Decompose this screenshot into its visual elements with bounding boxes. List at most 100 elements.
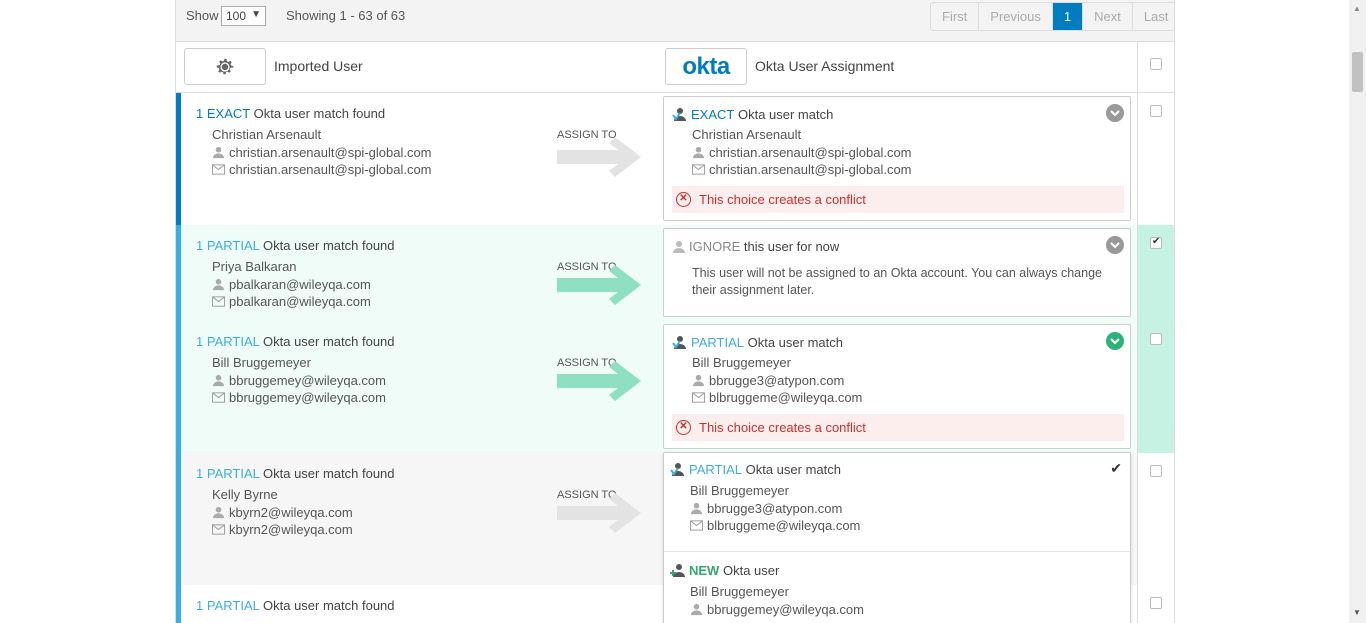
- match-title: 1 PARTIAL Okta user match found: [196, 598, 395, 613]
- error-icon: ✕: [676, 192, 691, 207]
- row-indicator: [176, 93, 181, 225]
- row-checkbox[interactable]: [1150, 597, 1162, 609]
- row-checkbox[interactable]: [1150, 236, 1162, 249]
- chevron-down-icon[interactable]: [1106, 104, 1124, 122]
- user-name: Christian Arsenault: [212, 127, 322, 142]
- envelope-icon: [690, 520, 703, 531]
- settings-button[interactable]: [184, 48, 266, 85]
- checkmark-icon: ✔: [1110, 460, 1122, 476]
- match-title: 1 PARTIAL Okta user match found: [196, 334, 395, 349]
- option-email: blbruggeme@wileyqa.com: [690, 518, 860, 533]
- assign-arrow-icon: [557, 493, 641, 533]
- user-name: Bill Bruggemeyer: [212, 355, 311, 370]
- envelope-icon: [692, 392, 705, 403]
- okta-user-login: christian.arsenault@spi-global.com: [692, 145, 912, 160]
- select-column: [1137, 42, 1174, 623]
- envelope-icon: [212, 524, 225, 535]
- okta-user-name: Christian Arsenault: [692, 127, 802, 142]
- row-indicator: [176, 585, 181, 623]
- card-title: IGNORE this user for now: [672, 239, 839, 254]
- conflict-warning: ✕ This choice creates a conflict: [672, 414, 1124, 441]
- gear-icon: [216, 58, 234, 74]
- showing-count: Showing 1 - 63 of 63: [286, 8, 406, 23]
- envelope-icon: [692, 164, 705, 175]
- pager-first[interactable]: First: [931, 3, 980, 30]
- add-user-icon: [670, 564, 685, 577]
- row-checkbox[interactable]: [1150, 465, 1162, 477]
- user-login: bbruggemey@wileyqa.com: [212, 373, 386, 388]
- user-icon: [212, 374, 225, 387]
- user-email: pbalkaran@wileyqa.com: [212, 294, 371, 309]
- user-email: christian.arsenault@spi-global.com: [212, 162, 432, 177]
- pager-previous[interactable]: Previous: [979, 3, 1053, 30]
- row-checkbox[interactable]: [1150, 333, 1162, 345]
- user-icon: [212, 146, 225, 159]
- user-match-icon: [672, 108, 686, 121]
- column-header: Imported User okta Okta User Assignment: [176, 42, 1174, 93]
- match-count: 1: [196, 106, 204, 121]
- assignment-card[interactable]: IGNORE this user for now This user will …: [663, 228, 1131, 317]
- page-size-select[interactable]: 100 ▼: [221, 6, 266, 26]
- pager-next[interactable]: Next: [1083, 3, 1133, 30]
- user-icon: [692, 146, 705, 159]
- user-login: kbyrn2@wileyqa.com: [212, 505, 353, 520]
- option-title: NEW Okta user: [670, 563, 779, 578]
- user-row: 1 EXACT Okta user match found Christian …: [176, 93, 1137, 225]
- option-title: PARTIAL Okta user match: [670, 462, 841, 477]
- option-login: bbrugge3@atypon.com: [690, 501, 842, 516]
- card-title: PARTIAL Okta user match: [672, 335, 843, 350]
- row-checkbox[interactable]: [1150, 105, 1162, 117]
- row-indicator: [176, 453, 181, 585]
- user-icon: [212, 506, 225, 519]
- toolbar: Show 100 ▼ Showing 1 - 63 of 63 First Pr…: [176, 0, 1174, 42]
- row-indicator: [176, 225, 181, 453]
- select-all-checkbox[interactable]: [1150, 58, 1162, 70]
- okta-logo: okta: [665, 48, 747, 85]
- option-new-user[interactable]: NEW Okta user Bill Bruggemeyer bbruggeme…: [664, 553, 1130, 623]
- user-email: kbyrn2@wileyqa.com: [212, 522, 353, 537]
- error-icon: ✕: [676, 420, 691, 435]
- conflict-warning: ✕ This choice creates a conflict: [672, 186, 1124, 213]
- chevron-down-icon[interactable]: [1106, 332, 1124, 350]
- pager-page-1[interactable]: 1: [1052, 3, 1084, 30]
- assign-arrow-icon: [557, 137, 641, 177]
- option-partial-match[interactable]: PARTIAL Okta user match ✔ Bill Bruggemey…: [664, 453, 1130, 552]
- assignment-card[interactable]: PARTIAL Okta user match Bill Bruggemeyer…: [663, 324, 1131, 449]
- imported-user-heading: Imported User: [274, 58, 363, 74]
- envelope-icon: [212, 164, 225, 175]
- show-label: Show: [186, 8, 219, 23]
- match-found-text: Okta user match found: [253, 106, 386, 121]
- scroll-up-icon[interactable]: ▲: [1353, 4, 1361, 13]
- assignment-dropdown: PARTIAL Okta user match ✔ Bill Bruggemey…: [663, 452, 1131, 623]
- pager-last[interactable]: Last: [1133, 3, 1174, 30]
- page-scrollbar[interactable]: ▲ ▼: [1349, 0, 1366, 623]
- match-title: 1 PARTIAL Okta user match found: [196, 466, 395, 481]
- envelope-icon: [212, 296, 225, 307]
- chevron-down-icon: ▼: [251, 9, 261, 20]
- user-match-icon: [670, 463, 684, 476]
- envelope-icon: [212, 392, 225, 403]
- user-login: pbalkaran@wileyqa.com: [212, 277, 371, 292]
- scroll-thumb[interactable]: [1352, 52, 1363, 92]
- user-email: bbruggemey@wileyqa.com: [212, 390, 386, 405]
- page-size-value: 100: [226, 9, 247, 23]
- pagination: First Previous 1 Next Last: [930, 2, 1174, 31]
- scroll-down-icon[interactable]: ▼: [1353, 608, 1361, 617]
- user-icon: [690, 502, 703, 515]
- okta-user-email: blbruggeme@wileyqa.com: [692, 390, 862, 405]
- assign-arrow-icon: [557, 361, 641, 401]
- okta-user-email: christian.arsenault@spi-global.com: [692, 162, 912, 177]
- okta-user-name: Bill Bruggemeyer: [692, 355, 791, 370]
- option-login: bbruggemey@wileyqa.com: [690, 602, 864, 617]
- user-icon: [212, 278, 225, 291]
- okta-user-login: bbrugge3@atypon.com: [692, 373, 844, 388]
- assign-arrow-icon: [557, 265, 641, 305]
- chevron-down-icon[interactable]: [1106, 236, 1124, 254]
- match-title: 1 PARTIAL Okta user match found: [196, 238, 395, 253]
- match-title: 1 EXACT Okta user match found: [196, 106, 385, 121]
- card-title: EXACT Okta user match: [672, 107, 833, 122]
- user-icon: [673, 240, 685, 253]
- assignment-card[interactable]: EXACT Okta user match Christian Arsenaul…: [663, 96, 1131, 221]
- option-name: Bill Bruggemeyer: [690, 584, 789, 599]
- selected-row-group: 1 PARTIAL Okta user match found Priya Ba…: [176, 225, 1137, 453]
